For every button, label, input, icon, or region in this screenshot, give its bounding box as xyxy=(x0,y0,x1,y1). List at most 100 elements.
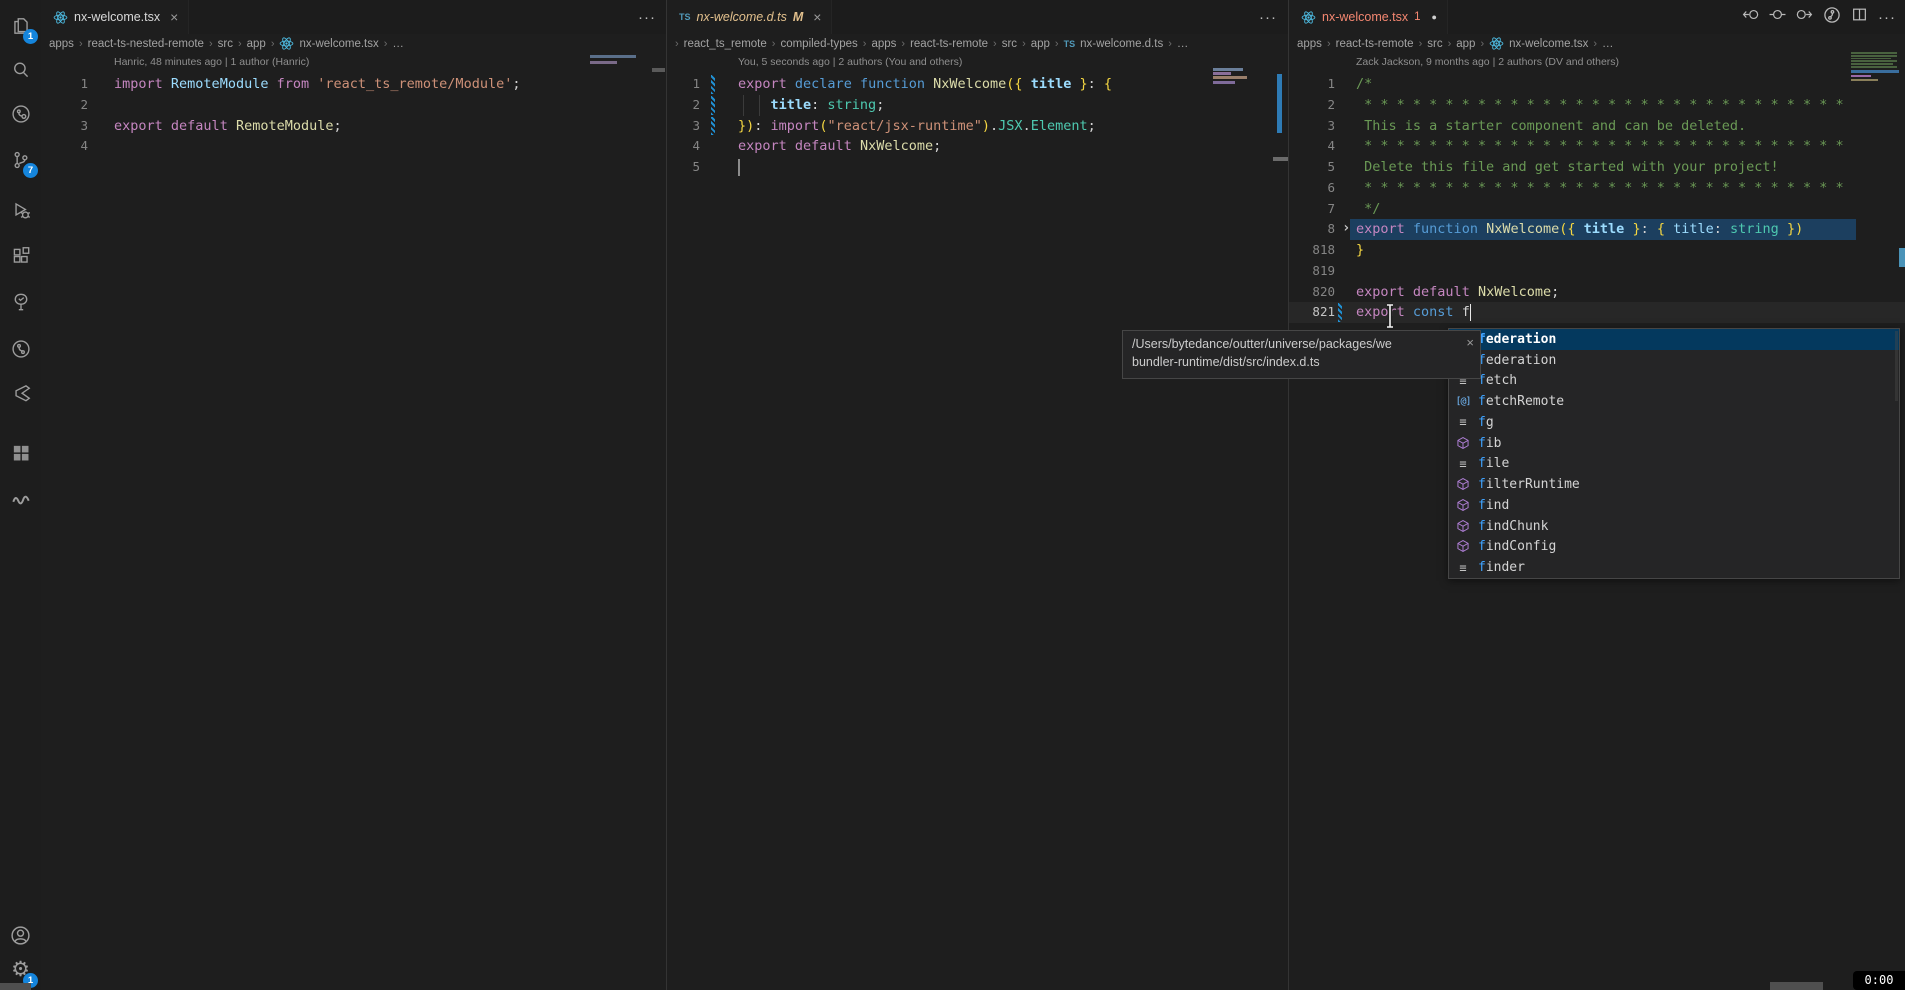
code-line[interactable]: 4export default NxWelcome; xyxy=(667,136,1289,157)
overlay-fragment xyxy=(0,983,31,990)
line-number[interactable]: 1 xyxy=(666,74,700,95)
line-number[interactable]: 2 xyxy=(54,95,88,116)
code-line[interactable]: 4 xyxy=(41,136,666,157)
tree-extension-icon[interactable] xyxy=(0,287,41,317)
line-number[interactable]: 3 xyxy=(1301,116,1335,137)
line-number[interactable]: 6 xyxy=(1301,178,1335,199)
suggest-item[interactable]: ≡federation xyxy=(1449,350,1899,371)
code-line[interactable]: 818} xyxy=(1289,240,1905,261)
code-token: NxWelcome xyxy=(933,76,1006,92)
code-line[interactable]: 3export default RemoteModule; xyxy=(41,116,666,137)
code-line[interactable]: 1import RemoteModule from 'react_ts_remo… xyxy=(41,74,666,95)
code-text: export const f xyxy=(1356,302,1470,323)
code-line[interactable]: 819 xyxy=(1289,261,1905,282)
suggest-item[interactable]: ≡federation xyxy=(1449,329,1899,350)
line-number[interactable]: 4 xyxy=(54,136,88,157)
code-text: export function NxWelcome({ title }: { t… xyxy=(1356,219,1803,240)
fold-chevron-icon[interactable]: › xyxy=(1342,219,1350,238)
code-line[interactable]: 4 * * * * * * * * * * * * * * * * * * * … xyxy=(1289,136,1905,157)
close-icon[interactable]: × xyxy=(1466,334,1474,352)
line-number[interactable]: 8 xyxy=(1301,219,1335,240)
search-icon[interactable] xyxy=(0,55,41,85)
line-number[interactable]: 4 xyxy=(666,136,700,157)
code-line[interactable]: 6 * * * * * * * * * * * * * * * * * * * … xyxy=(1289,178,1905,199)
extensions-icon[interactable] xyxy=(0,241,41,271)
code-token: { xyxy=(1657,221,1665,237)
editor-cursor xyxy=(1470,304,1472,321)
line-number[interactable]: 1 xyxy=(54,74,88,95)
code-token xyxy=(163,118,171,134)
line-number[interactable]: 3 xyxy=(666,116,700,137)
squiggle-extension-icon[interactable] xyxy=(0,483,41,513)
suggest-item[interactable]: ≡finder xyxy=(1449,557,1899,578)
code-line[interactable]: 5 xyxy=(667,157,1289,178)
code-line[interactable]: 3 }): import("react/jsx-runtime").JSX.Ele… xyxy=(667,116,1289,137)
line-number[interactable]: 5 xyxy=(666,157,700,178)
code-line[interactable]: 7 */ xyxy=(1289,199,1905,220)
code-token: ({ xyxy=(1559,221,1575,237)
code-token: default xyxy=(1413,284,1470,300)
code-token: * * * * * * * * * * * * * * * * * * * * … xyxy=(1356,97,1844,113)
code-line[interactable]: 1/* xyxy=(1289,74,1905,95)
suggest-item[interactable]: ≡file xyxy=(1449,454,1899,475)
grid-extension-icon[interactable] xyxy=(0,438,41,468)
code-token: ({ xyxy=(1006,76,1022,92)
editor-group-2: TS nx-welcome.d.ts M × ··· ›react_ts_rem… xyxy=(666,0,1289,990)
code-line[interactable]: 1export declare function NxWelcome({ tit… xyxy=(667,74,1289,95)
code-line[interactable]: 8 › export function NxWelcome({ title }: {… xyxy=(1289,219,1905,240)
settings-gear-icon[interactable]: ⚙ 1 xyxy=(0,955,41,985)
code-line[interactable]: 2 xyxy=(41,95,666,116)
line-number[interactable]: 818 xyxy=(1301,240,1335,261)
overlay-fragment xyxy=(1770,982,1823,990)
line-number[interactable]: 2 xyxy=(1301,95,1335,116)
suggest-item[interactable]: findConfig xyxy=(1449,537,1899,558)
suggest-item[interactable]: find xyxy=(1449,495,1899,516)
git-graph-icon[interactable] xyxy=(0,334,41,364)
source-control-icon[interactable]: 7 xyxy=(0,145,41,175)
suggest-item[interactable]: findChunk xyxy=(1449,516,1899,537)
line-number[interactable]: 4 xyxy=(1301,136,1335,157)
line-number[interactable]: 820 xyxy=(1301,282,1335,303)
code-token: */ xyxy=(1356,201,1380,217)
code-token: JSX xyxy=(998,118,1022,134)
minimap-line xyxy=(1851,55,1897,57)
code-text: export default NxWelcome; xyxy=(1356,282,1559,303)
code-line[interactable]: 5 Delete this file and get started with … xyxy=(1289,157,1905,178)
run-and-debug-icon[interactable] xyxy=(0,195,41,225)
line-number[interactable]: 7 xyxy=(1301,199,1335,220)
code-text: }): import("react/jsx-runtime").JSX.Elem… xyxy=(738,116,1096,137)
suggest-item[interactable]: filterRuntime xyxy=(1449,474,1899,495)
code-line[interactable]: 2 title: string; xyxy=(667,95,1289,116)
code-line[interactable]: 2 * * * * * * * * * * * * * * * * * * * … xyxy=(1289,95,1905,116)
line-number[interactable]: 821 xyxy=(1301,302,1335,323)
symbol-misc-icon: [@] xyxy=(1454,396,1472,407)
suggest-match-text: f xyxy=(1478,456,1486,471)
symbol-method-icon xyxy=(1454,539,1472,554)
line-number[interactable]: 5 xyxy=(1301,157,1335,178)
suggest-scrollbar[interactable] xyxy=(1895,331,1898,401)
code-token: } xyxy=(1079,76,1087,92)
code-text: This is a starter component and can be d… xyxy=(1356,116,1746,137)
line-number[interactable]: 1 xyxy=(1301,74,1335,95)
line-number[interactable]: 819 xyxy=(1301,261,1335,282)
suggest-item[interactable]: fib xyxy=(1449,433,1899,454)
code-line[interactable]: 3 This is a starter component and can be… xyxy=(1289,116,1905,137)
code-token xyxy=(1405,304,1413,320)
code-token: default xyxy=(171,118,228,134)
hexagon-k-extension-icon[interactable] xyxy=(0,378,41,408)
explorer-badge: 1 xyxy=(23,29,38,44)
mouse-ibeam-cursor xyxy=(1383,303,1397,334)
line-number[interactable]: 3 xyxy=(54,116,88,137)
code-line[interactable]: 820 export default NxWelcome; xyxy=(1289,282,1905,303)
suggest-match-text: f xyxy=(1478,477,1486,492)
remote-explorer-icon[interactable] xyxy=(0,99,41,129)
code-token: import xyxy=(114,76,163,92)
suggest-item[interactable]: ≡fg xyxy=(1449,412,1899,433)
suggest-item[interactable]: [@]fetchRemote xyxy=(1449,391,1899,412)
code-line[interactable]: 821 export const f xyxy=(1289,302,1905,323)
explorer-icon[interactable]: 1 xyxy=(0,11,41,41)
account-icon[interactable] xyxy=(0,920,41,950)
line-number[interactable]: 2 xyxy=(666,95,700,116)
code-token xyxy=(163,76,171,92)
suggest-item[interactable]: ≡fetch xyxy=(1449,371,1899,392)
